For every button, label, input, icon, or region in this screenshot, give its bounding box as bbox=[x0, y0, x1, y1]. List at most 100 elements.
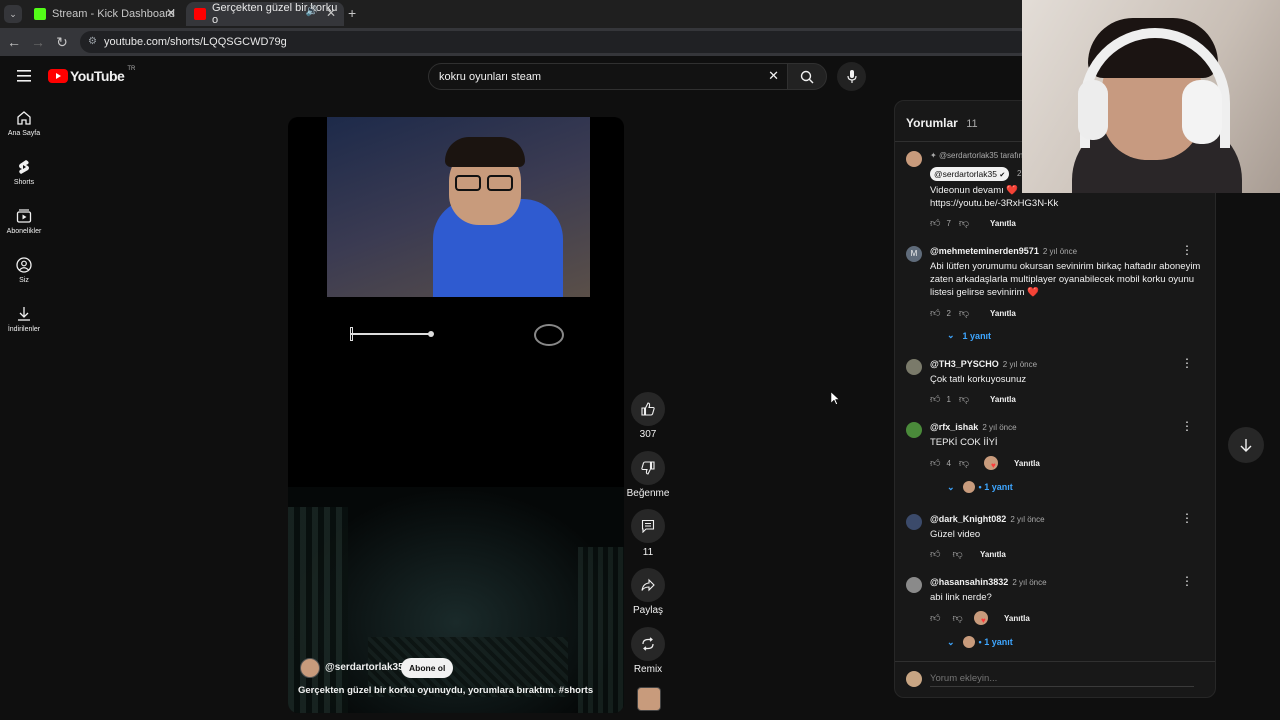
close-tab-icon[interactable]: ✕ bbox=[326, 6, 336, 20]
youtube-logo[interactable]: YouTube TR bbox=[48, 66, 135, 84]
tab-list-icon[interactable]: ⌄ bbox=[4, 5, 22, 23]
back-icon[interactable]: ← bbox=[6, 34, 22, 50]
comment-avatar[interactable] bbox=[906, 514, 922, 530]
tab-title: Stream - Kick Dashboard bbox=[52, 8, 175, 20]
comment-avatar[interactable] bbox=[906, 577, 922, 593]
thumbs-up-icon[interactable]: 👍︎ bbox=[930, 393, 940, 405]
comment-avatar[interactable]: M bbox=[906, 246, 922, 262]
comment-count: 11 bbox=[642, 547, 654, 558]
comment-avatar[interactable] bbox=[906, 151, 922, 167]
more-options-icon[interactable]: ⋮ bbox=[1181, 243, 1193, 257]
comment-link[interactable]: https://youtu.be/-3RxHG3N-Kk bbox=[930, 197, 1058, 210]
thumbs-down-icon[interactable]: 👎︎ bbox=[959, 393, 969, 405]
tab-title: Gerçekten güzel bir korku o bbox=[212, 2, 338, 26]
channel-avatar[interactable] bbox=[300, 658, 320, 678]
nav-home[interactable]: Ana Sayfa bbox=[0, 110, 48, 137]
shorts-video-player[interactable]: @serdartorlak35 Abone ol Gerçekten güzel… bbox=[288, 117, 624, 713]
more-options-icon[interactable]: ⋮ bbox=[1181, 511, 1193, 525]
nav-downloads[interactable]: İndirilenler bbox=[0, 306, 48, 333]
comment-author[interactable]: @hasansahin3832 2 yıl önce bbox=[930, 577, 1047, 587]
add-comment-input[interactable] bbox=[930, 671, 1194, 687]
pin-icon: ✦ bbox=[930, 151, 937, 160]
remix-button[interactable] bbox=[631, 627, 665, 661]
view-replies-button[interactable]: ⌄ • 1 yanıt bbox=[947, 636, 1013, 648]
comment-actions: 👍︎ 4 👎︎ bbox=[930, 457, 970, 469]
thumbs-down-icon[interactable]: 👎︎ bbox=[959, 217, 969, 229]
view-replies-button[interactable]: ⌄ • 1 yanıt bbox=[947, 481, 1013, 493]
reply-button[interactable]: Yanıtla bbox=[1004, 614, 1030, 623]
search-input[interactable] bbox=[439, 68, 759, 86]
reply-button[interactable]: Yanıtla bbox=[1014, 459, 1040, 468]
thumbs-up-icon[interactable]: 👍︎ bbox=[930, 457, 940, 469]
pinned-author-badge[interactable]: @serdartorlak35 ✔ bbox=[930, 167, 1010, 181]
tab-youtube-short[interactable]: Gerçekten güzel bir korku o 🔊 ✕ bbox=[186, 2, 344, 26]
thumbs-down-icon[interactable]: 👎︎ bbox=[952, 612, 962, 624]
thumbs-down-icon[interactable]: 👎︎ bbox=[959, 307, 969, 319]
more-options-icon[interactable]: ⋮ bbox=[1181, 356, 1193, 370]
channel-name[interactable]: @serdartorlak35 bbox=[325, 662, 404, 673]
share-button[interactable] bbox=[631, 568, 665, 602]
thumbs-up-icon[interactable]: 👍︎ bbox=[930, 548, 940, 560]
reply-button[interactable]: Yanıtla bbox=[980, 550, 1006, 559]
thumbs-down-icon[interactable]: 👎︎ bbox=[959, 457, 969, 469]
thumbs-up-icon[interactable]: 👍︎ bbox=[930, 307, 940, 319]
pinned-label: ✦ @serdartorlak35 tarafın bbox=[930, 151, 1024, 160]
search-button[interactable] bbox=[787, 63, 827, 90]
forward-icon[interactable]: → bbox=[30, 34, 46, 50]
clear-search-icon[interactable]: ✕ bbox=[768, 68, 779, 84]
subscribe-button[interactable]: Abone ol bbox=[401, 658, 454, 678]
nav-subscriptions[interactable]: Abonelikler bbox=[0, 208, 48, 235]
game-hud-marker bbox=[350, 327, 353, 341]
pinned-time: 2 bbox=[1017, 169, 1022, 178]
view-replies-button[interactable]: ⌄ 1 yanıt bbox=[947, 330, 991, 341]
creator-heart-icon: ♥ bbox=[984, 456, 998, 470]
nav-label: Abonelikler bbox=[6, 228, 42, 235]
reply-button[interactable]: Yanıtla bbox=[990, 219, 1016, 228]
thumbs-up-icon[interactable]: 👍︎ bbox=[930, 217, 940, 229]
caption-hashtag[interactable]: #shorts bbox=[559, 685, 593, 696]
site-info-icon[interactable]: ⚙ bbox=[88, 31, 97, 53]
sound-avatar[interactable] bbox=[637, 687, 661, 711]
address-bar[interactable]: ⚙ youtube.com/shorts/LQQSGCWD79g bbox=[80, 31, 1030, 53]
reply-button[interactable]: Yanıtla bbox=[990, 395, 1016, 404]
more-options-icon[interactable]: ⋮ bbox=[1181, 419, 1193, 433]
streamer-webcam-overlay-image bbox=[1022, 0, 1280, 193]
audio-playing-icon[interactable]: 🔊 bbox=[306, 6, 318, 17]
subscriptions-icon bbox=[16, 209, 32, 223]
youtube-play-icon bbox=[48, 69, 68, 83]
next-video-button[interactable] bbox=[1228, 427, 1264, 463]
voice-search-button[interactable] bbox=[837, 62, 866, 91]
thumbs-down-icon[interactable]: 👎︎ bbox=[952, 548, 962, 560]
tab-kick-dashboard[interactable]: Stream - Kick Dashboard ✕ bbox=[26, 2, 184, 26]
comments-button[interactable] bbox=[631, 509, 665, 543]
you-icon bbox=[16, 257, 32, 273]
youtube-favicon-icon bbox=[194, 8, 206, 20]
comment-icon bbox=[641, 519, 655, 533]
reload-icon[interactable]: ↻ bbox=[54, 34, 70, 51]
streamer-webcam-image bbox=[327, 117, 590, 297]
like-button[interactable] bbox=[631, 392, 665, 426]
mouse-cursor-icon bbox=[831, 392, 839, 405]
like-count: 307 bbox=[639, 429, 657, 440]
comment-actions: 👍︎ 7 👎︎ bbox=[930, 217, 970, 229]
nav-shorts[interactable]: Shorts bbox=[0, 159, 48, 186]
comment-author[interactable]: @TH3_PYSCHO 2 yıl önce bbox=[930, 359, 1037, 369]
comment-avatar[interactable] bbox=[906, 359, 922, 375]
reply-button[interactable]: Yanıtla bbox=[990, 309, 1016, 318]
caption-text: Gerçekten güzel bir korku oyunuydu, yoru… bbox=[298, 685, 557, 696]
menu-icon[interactable] bbox=[14, 66, 34, 86]
comment-author[interactable]: @rfx_ishak 2 yıl önce bbox=[930, 422, 1017, 432]
dislike-button[interactable] bbox=[631, 451, 665, 485]
thumbs-up-icon[interactable]: 👍︎ bbox=[930, 612, 940, 624]
new-tab-button[interactable]: + bbox=[348, 5, 356, 21]
comment-avatar[interactable] bbox=[906, 422, 922, 438]
comment-author[interactable]: @mehmeteminerden9571 2 yıl önce bbox=[930, 246, 1077, 256]
comment-text: TEPKİ COK İİYİ bbox=[930, 437, 998, 448]
more-options-icon[interactable]: ⋮ bbox=[1181, 574, 1193, 588]
nav-you[interactable]: Siz bbox=[0, 257, 48, 284]
search-box: ✕ bbox=[428, 63, 788, 90]
shorts-icon bbox=[19, 160, 29, 174]
close-tab-icon[interactable]: ✕ bbox=[166, 6, 176, 20]
comment-author[interactable]: @dark_Knight082 2 yıl önce bbox=[930, 514, 1045, 524]
comment-actions: 👍︎ 1 👎︎ bbox=[930, 393, 970, 405]
